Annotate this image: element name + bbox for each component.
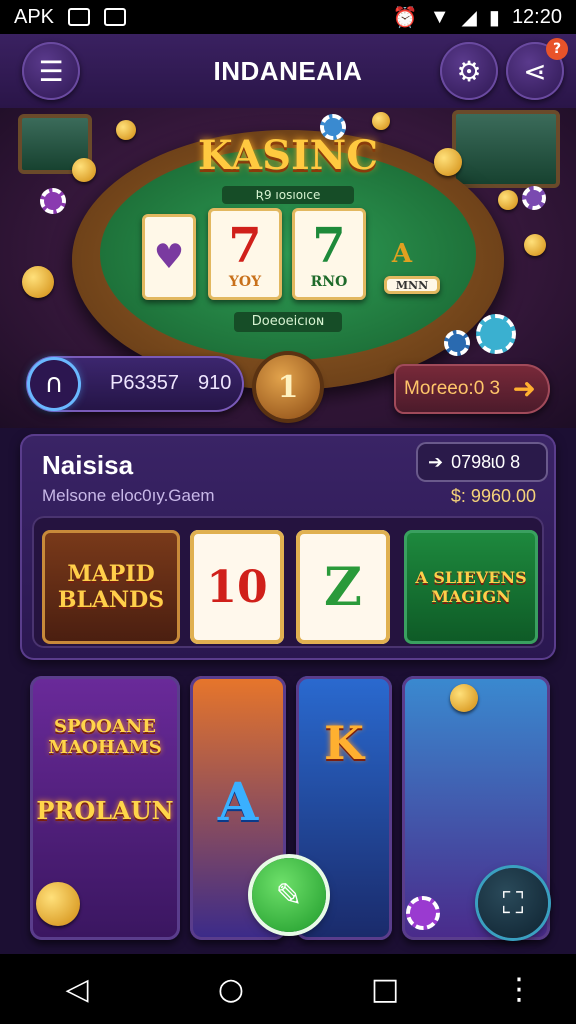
game-symbol: A — [217, 772, 259, 833]
share-button[interactable]: ⋖ ? — [506, 38, 568, 100]
coin-icon — [72, 158, 96, 182]
panel-title: Naisisa — [42, 450, 134, 480]
card-heart: ♥ — [142, 214, 196, 300]
card-value: 7 — [228, 218, 262, 274]
chip-icon — [444, 330, 470, 356]
coin-icon — [372, 112, 390, 130]
gallery-icon — [68, 8, 91, 26]
mini-card: MNN — [384, 276, 440, 294]
balance-pill[interactable]: ∩ P63357 910 — [26, 356, 244, 412]
card-ace: A — [391, 239, 413, 269]
coin-icon — [434, 148, 462, 176]
coin-icon — [22, 266, 54, 298]
menu-button[interactable]: ☰ — [22, 42, 80, 100]
expand-icon: ⛶ — [502, 885, 524, 921]
back-icon: ◁ — [65, 971, 89, 1007]
edit-fab[interactable]: ✎ — [252, 858, 326, 932]
game-tile-slievens[interactable]: A SLIEVENS MAGIGN — [404, 530, 538, 644]
chip-icon — [320, 114, 346, 140]
back-button[interactable]: ◁ — [47, 959, 107, 1019]
home-icon: ○ — [217, 971, 245, 1007]
game-tile-ten[interactable]: 10 — [190, 530, 284, 644]
app-title: INDANEAIA — [213, 55, 363, 86]
card-seven-red: 7 YOY — [208, 208, 282, 300]
share-icon: ⋖ — [523, 54, 547, 88]
coin-icon — [524, 234, 546, 256]
game-card-spooane[interactable]: SPOOANE MAOHAMS PROLAUN — [30, 676, 180, 940]
more-label: Moɾeeo:0 3 — [404, 378, 501, 399]
arrow-right-icon: ➔ — [428, 451, 444, 472]
headset-icon: ∩ — [30, 360, 78, 408]
more-button[interactable]: Moɾeeo:0 3 ➜ — [394, 364, 550, 414]
game-title-bottom: PROLAUN — [36, 796, 174, 825]
balance-primary: P63357 — [110, 372, 179, 394]
featured-panel: Naisisa Melsone eloc0ıy.Gaem ➔ 0798ɩ0 8 … — [20, 434, 556, 660]
arrow-right-icon: ➜ — [512, 372, 536, 405]
game-tile-z[interactable]: Z — [296, 530, 390, 644]
card-subtext: RNO — [310, 274, 348, 290]
chip-icon — [406, 896, 440, 930]
card-seven-green: 7 RNO — [292, 208, 366, 300]
game-tile-strip: MAPID BLANDS 10 Z A SLIEVENS MAGIGN — [32, 516, 544, 648]
alarm-icon: ⏰ — [392, 6, 418, 29]
jackpot-label: 0798ɩ0 8 — [451, 451, 521, 472]
coin-icon — [36, 882, 80, 926]
notification-badge: ? — [546, 38, 568, 60]
coin-icon — [116, 120, 136, 140]
felt-label-top: Ʀ9 ıosıoıce — [222, 186, 354, 204]
coin-icon — [498, 190, 518, 210]
coin-icon — [450, 684, 478, 712]
settings-button[interactable]: ⚙ — [440, 42, 498, 100]
more-vert-icon: ⋮ — [504, 971, 534, 1007]
game-symbol: K — [324, 716, 364, 770]
app-bar: ☰ INDANEAIA ⚙ ⋖ ? — [0, 34, 576, 108]
wifi-icon: ▼ — [429, 5, 450, 28]
game-tile-mapid[interactable]: MAPID BLANDS — [42, 530, 180, 644]
status-bar: APK ⏰ ▼ ◢ ▮ 12:20 — [0, 0, 576, 34]
panel-subtitle: Melsone eloc0ıy.Gaem — [42, 486, 215, 505]
jackpot-value: $: 9960.00 — [450, 486, 536, 506]
felt-label-bottom: Doeoeicıoɴ — [234, 312, 342, 332]
recents-icon: □ — [370, 971, 400, 1007]
level-badge[interactable]: 1 — [256, 355, 320, 419]
clock: 12:20 — [511, 5, 562, 28]
jackpot-pill[interactable]: ➔ 0798ɩ0 8 — [416, 442, 548, 482]
gear-icon: ⚙ — [456, 54, 482, 88]
image-icon — [104, 8, 127, 26]
recents-button[interactable]: □ — [355, 959, 415, 1019]
chip-icon — [522, 186, 546, 210]
fullscreen-fab[interactable]: ⛶ — [478, 868, 548, 938]
overflow-button[interactable]: ⋮ — [504, 959, 534, 1019]
battery-icon: ▮ — [488, 6, 500, 29]
balance-secondary: 910 — [198, 372, 232, 394]
system-nav-bar: ◁ ○ □ ⋮ — [0, 954, 576, 1024]
game-title-top: SPOOANE MAOHAMS — [48, 716, 162, 758]
pencil-icon: ✎ — [275, 876, 303, 914]
card-subtext: YOY — [228, 274, 262, 290]
home-button[interactable]: ○ — [201, 959, 261, 1019]
card-value: 7 — [312, 218, 346, 274]
carrier-label: APK — [14, 5, 55, 28]
hero-banner[interactable]: KASINC Ʀ9 ıosıoıce ♥ 7 YOY 7 RNO A MNN D… — [0, 108, 576, 428]
chip-icon — [476, 314, 516, 354]
hamburger-icon: ☰ — [38, 54, 64, 88]
signal-icon: ◢ — [461, 6, 477, 29]
chip-icon — [40, 188, 66, 214]
